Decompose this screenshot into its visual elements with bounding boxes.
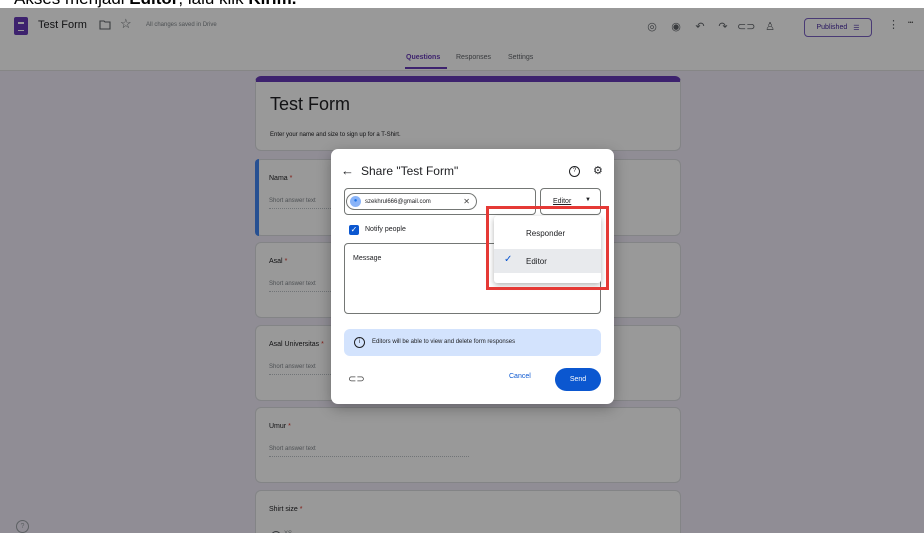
send-button[interactable]: Send xyxy=(555,368,601,391)
info-text: Editors will be able to view and delete … xyxy=(372,339,516,345)
caret-down-icon: ▼ xyxy=(585,197,591,203)
annotation-highlight-box xyxy=(486,206,609,290)
back-arrow-icon[interactable]: ← xyxy=(341,163,354,178)
notify-label: Notify people xyxy=(365,226,406,233)
dialog-title: Share "Test Form" xyxy=(361,164,459,178)
tutorial-caption: Akses menjadi Editor, lalu klik Kirim. xyxy=(0,0,924,8)
help-icon[interactable]: ? xyxy=(569,166,580,177)
role-value: Editor xyxy=(553,198,572,205)
copy-link-icon[interactable]: ⊂⊃ xyxy=(348,374,365,385)
close-icon[interactable]: ✕ xyxy=(463,197,470,206)
caption-text: Akses menjadi Editor, lalu klik Kirim. xyxy=(14,0,297,9)
notify-checkbox[interactable]: ✓ xyxy=(349,225,359,235)
cancel-button[interactable]: Cancel xyxy=(509,373,531,380)
recipient-chip[interactable]: ● szekhrul666@gmail.com ✕ xyxy=(346,193,477,210)
gear-icon[interactable]: ⚙ xyxy=(593,164,603,177)
info-icon: i xyxy=(354,337,365,348)
person-icon: ● xyxy=(350,196,361,207)
info-banner: i Editors will be able to view and delet… xyxy=(344,329,601,356)
chip-email: szekhrul666@gmail.com xyxy=(365,198,431,205)
message-placeholder: Message xyxy=(353,255,382,262)
